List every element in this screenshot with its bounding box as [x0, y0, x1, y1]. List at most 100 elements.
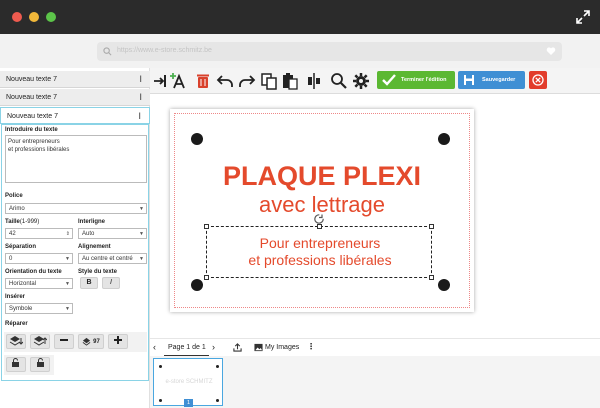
- chevron-left-icon[interactable]: ‹: [153, 342, 156, 352]
- resize-handle[interactable]: [429, 224, 434, 229]
- thumbnail-page-number: 1: [184, 399, 193, 407]
- zoom-icon[interactable]: [330, 72, 348, 90]
- bring-forward-button[interactable]: [30, 334, 50, 349]
- size-input[interactable]: 42 ⇕: [5, 228, 73, 239]
- selected-text: Pour entrepreneurs et professions libéra…: [207, 235, 433, 269]
- minus-icon: [60, 339, 68, 341]
- screw-hole: [438, 279, 450, 291]
- minus-button[interactable]: [54, 334, 74, 349]
- text-input[interactable]: Pour entrepreneurs et professions libéra…: [5, 135, 147, 183]
- minimize-window-button[interactable]: [29, 12, 39, 22]
- address-bar[interactable]: https://www.e-store.schmitz.be: [97, 42, 562, 61]
- layer-label: Nouveau texte 7: [6, 94, 57, 101]
- thumbnail-watermark: e-store SCHMITZ: [165, 379, 213, 385]
- more-options-icon[interactable]: ⋮: [307, 342, 315, 351]
- thumbnail-screw: [159, 399, 162, 402]
- insert-value: Symbole: [9, 306, 33, 312]
- resize-handle[interactable]: [204, 275, 209, 280]
- fullscreen-icon[interactable]: [576, 10, 590, 24]
- resize-handle[interactable]: [317, 224, 322, 229]
- orientation-label: Orientation du texte: [5, 269, 62, 275]
- bold-button[interactable]: B: [80, 277, 98, 289]
- redo-icon[interactable]: [238, 72, 256, 90]
- page-bar: ‹ Page 1 de 1 › My Images ⋮: [150, 338, 600, 357]
- close-window-button[interactable]: [12, 12, 22, 22]
- paste-icon[interactable]: [281, 72, 299, 90]
- maximize-window-button[interactable]: [46, 12, 56, 22]
- alignment-select[interactable]: Au centre et centré ▼: [78, 253, 147, 264]
- insert-label: Insérer: [5, 294, 26, 300]
- chevron-down-icon: ▼: [139, 256, 144, 262]
- lock-button[interactable]: [6, 357, 26, 372]
- separation-value: 0: [9, 256, 13, 262]
- screw-hole: [191, 279, 203, 291]
- undo-icon[interactable]: [216, 72, 234, 90]
- layer-position: 97: [78, 334, 104, 349]
- design-canvas: PLAQUE PLEXI avec lettrage Pour entrepre…: [150, 94, 600, 338]
- font-value: Arimo: [9, 206, 25, 212]
- chevron-right-icon[interactable]: ›: [212, 342, 215, 352]
- page-indicator[interactable]: Page 1 de 1: [168, 344, 206, 351]
- resize-handle[interactable]: [204, 224, 209, 229]
- repair-label: Réparer: [5, 321, 28, 327]
- layer-item[interactable]: Nouveau texte 7 I: [0, 89, 150, 106]
- unlock-icon: [37, 358, 44, 367]
- my-images-tab[interactable]: My Images: [265, 344, 299, 351]
- finish-editing-button[interactable]: Terminer l'édition: [377, 71, 455, 89]
- close-editor-button[interactable]: [529, 71, 547, 89]
- alignment-label: Alignement: [78, 244, 111, 250]
- text-cursor-icon: I: [139, 75, 142, 85]
- layers-panel: Nouveau texte 7 I Nouveau texte 7 I Nouv…: [0, 68, 150, 408]
- page-thumbnail[interactable]: e-store SCHMITZ 1: [153, 358, 223, 407]
- text-edit-panel: Introduire du texte Pour entrepreneurs e…: [1, 124, 149, 381]
- font-label: Police: [5, 193, 23, 199]
- add-text-icon[interactable]: [169, 72, 187, 90]
- layers-down-icon: [9, 336, 24, 346]
- arrange-toolbar: 97: [4, 332, 147, 352]
- layer-item-active[interactable]: Nouveau texte 7 I: [0, 107, 150, 124]
- gear-icon[interactable]: [352, 72, 370, 90]
- separation-select[interactable]: 0 ▼: [5, 253, 73, 264]
- selected-text-line: et professions libérales: [248, 252, 392, 268]
- heart-icon[interactable]: [546, 46, 556, 56]
- intro-label: Introduire du texte: [5, 127, 58, 133]
- thumbnail-screw: [216, 365, 219, 368]
- lock-icon: [12, 358, 19, 367]
- stepper-icon[interactable]: ⇕: [66, 231, 70, 237]
- save-icon: [464, 75, 474, 85]
- copy-icon[interactable]: [260, 72, 278, 90]
- chevron-down-icon: ▼: [65, 281, 70, 287]
- chevron-down-icon: ▼: [65, 306, 70, 312]
- insert-select[interactable]: Symbole ▼: [5, 303, 73, 314]
- line-spacing-select[interactable]: Auto ▼: [78, 228, 147, 239]
- plus-button[interactable]: [108, 334, 128, 349]
- lock-toolbar: [4, 355, 54, 375]
- resize-handle[interactable]: [429, 275, 434, 280]
- plus-icon: [114, 336, 122, 344]
- layer-item[interactable]: Nouveau texte 7 I: [0, 71, 150, 88]
- screw-hole: [438, 133, 450, 145]
- thumbnail-screw: [159, 365, 162, 368]
- chevron-down-icon: ▼: [65, 256, 70, 262]
- italic-button[interactable]: I: [102, 277, 120, 289]
- layers-icon: [82, 337, 91, 346]
- text-cursor-icon: I: [139, 93, 142, 103]
- plaque-title[interactable]: PLAQUE PLEXI: [170, 161, 474, 192]
- line-spacing-value: Auto: [82, 231, 95, 237]
- align-center-icon[interactable]: [305, 72, 323, 90]
- font-select[interactable]: Arimo ▼: [5, 203, 147, 214]
- upload-icon[interactable]: [233, 343, 242, 352]
- selected-text-line: Pour entrepreneurs: [259, 235, 381, 251]
- save-button[interactable]: Sauvegarder: [458, 71, 525, 89]
- orientation-select[interactable]: Horizontal ▼: [5, 278, 73, 289]
- image-icon: [254, 343, 263, 352]
- trash-icon[interactable]: [194, 72, 212, 90]
- plaque-preview[interactable]: PLAQUE PLEXI avec lettrage Pour entrepre…: [170, 109, 474, 312]
- import-icon[interactable]: [152, 72, 170, 90]
- send-backward-button[interactable]: [6, 334, 26, 349]
- unlock-button[interactable]: [30, 357, 50, 372]
- selected-text-box[interactable]: Pour entrepreneurs et professions libéra…: [204, 224, 434, 280]
- save-label: Sauvegarder: [482, 77, 516, 83]
- close-icon: [532, 74, 544, 86]
- size-value: 42: [9, 231, 16, 237]
